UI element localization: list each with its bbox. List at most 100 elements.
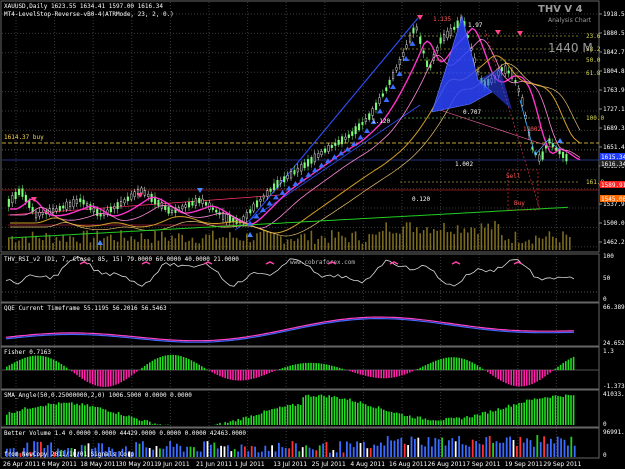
candle-body [541,151,544,160]
candle-body [296,167,299,173]
fisher-bar [549,370,551,373]
volume-bar [325,441,328,457]
sma-angle-bar [492,411,494,425]
volume-bar [254,446,256,457]
volume-bar [171,235,173,250]
volume-bar [162,448,165,457]
fisher-bar [351,370,354,373]
volume-bar [412,231,415,250]
fisher-bar [367,370,369,377]
volume-bar [130,236,132,250]
volume-bar [293,240,296,250]
candle-body [500,67,503,72]
fisher-bar [403,370,406,375]
volume-bar [290,238,292,250]
sma-angle-bar [570,395,572,425]
date-label: 13 Jul 2011 [273,461,307,468]
candle-body [249,209,252,214]
fisher-bar [289,365,291,370]
panel-axis-label: -1.3737 [603,383,625,390]
sma-angle-bar [377,406,380,425]
fisher-bar [315,363,317,370]
fisher-bar [26,356,29,370]
candle-body [7,198,10,207]
sma-angle-bar [325,397,328,425]
volume-bar [352,447,355,457]
fisher-bar [198,364,200,370]
fisher-bar [253,370,255,379]
volume-bar [507,238,510,250]
sma-angle-bar [13,412,16,425]
fisher-bar [481,368,484,370]
candle-body [521,97,524,106]
candle-body [337,139,340,145]
volume-bar [230,451,233,457]
volume-bar [310,230,313,250]
sma-angle-bar [351,401,354,425]
sma-angle-bar [297,404,299,425]
sma-angle-bar [224,422,226,425]
volume-bar [341,235,343,250]
sma-angle-bar [416,416,419,425]
sma-angle-bar [130,416,133,425]
volume-bar [93,237,95,250]
panel-axis-label: 0 [603,421,607,428]
volume-bar [403,443,406,457]
candle-body [194,198,197,206]
candle-body [279,180,282,184]
volume-bar [482,444,484,457]
trading-chart[interactable]: 23.638.250.061.8100.0161.8 1.1351.971.12… [0,0,625,469]
candle-body [140,187,143,194]
volume-bar [366,448,369,457]
sma-angle-bar [518,402,520,425]
fisher-bar [68,369,70,370]
sma-angle-bar [39,405,42,425]
fisher-bar [359,370,362,375]
candle-body [446,30,449,39]
volume-bar [535,235,537,250]
volume-bar [89,242,92,250]
sma-angle-bar [58,402,60,425]
sma-angle-bar [263,410,265,425]
sma-angle-bar [552,395,554,425]
volume-bar [120,230,122,250]
candle-body [327,145,330,152]
candle-body [68,201,72,207]
sma-angle-bar [281,407,284,425]
volume-bar [157,240,160,250]
volume-bar [354,231,357,250]
pattern-label: 1.002 [455,161,473,168]
candle-body [388,79,391,85]
candle-body [453,26,456,30]
fisher-bar [310,362,312,370]
volume-bar [417,437,420,457]
sma-angle-bar [133,417,135,425]
volume-bar [288,448,290,457]
sma-angle-bar [396,412,398,425]
volume-bar [148,447,151,457]
volume-bar [402,226,404,250]
fisher-bar [390,370,393,378]
fisher-bar [130,370,133,376]
candle-body [187,202,191,208]
fisher-bar [47,357,50,370]
fisher-bar [325,364,328,370]
fisher-bar [388,370,390,379]
fisher-bar [203,367,206,370]
panel-axis-label: 24.6525 [603,340,625,347]
volume-bar [410,436,413,457]
sma-angle-bar [8,411,11,425]
sma-angle-bar [219,422,221,425]
sma-angle-bar [99,407,102,425]
sma-angle-bar [258,414,260,425]
candle-body [55,208,58,212]
candle-body [72,199,75,207]
fib-label: 61.8 [586,70,601,77]
sma-angle-bar [34,407,37,425]
fisher-bar [502,370,505,382]
sma-angle-bar [370,406,372,425]
sma-angle-bar [55,404,57,425]
sma-angle-bar [357,402,359,425]
fisher-bar [128,370,130,378]
volume-bar [215,239,217,250]
